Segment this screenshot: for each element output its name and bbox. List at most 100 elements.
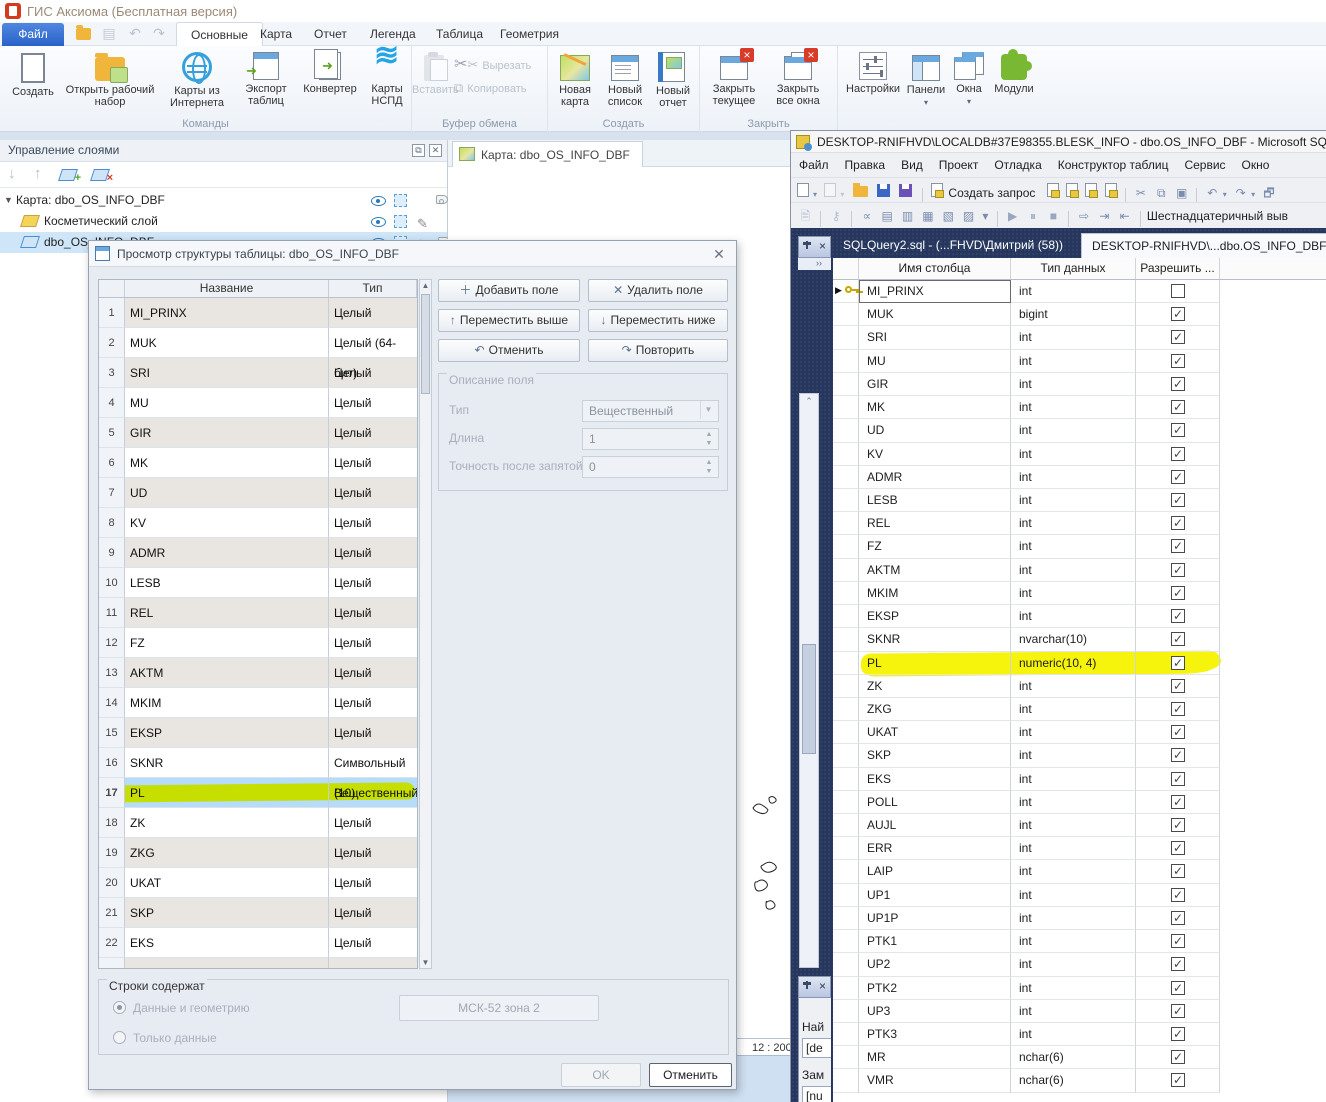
export-tables-button[interactable]: Экспорт таблиц	[236, 50, 296, 107]
row-selector-cell[interactable]: ▶	[833, 326, 859, 349]
settings-button[interactable]: Настройки	[844, 50, 902, 95]
open-file-icon[interactable]	[853, 186, 868, 197]
crs-button[interactable]: МСК-52 зона 2	[399, 995, 599, 1021]
create-button[interactable]: Создать	[2, 50, 64, 98]
save-all-icon[interactable]	[899, 184, 912, 197]
field-name-cell[interactable]: ZK	[125, 808, 329, 838]
data-type-cell[interactable]: int	[1011, 675, 1136, 698]
close-icon[interactable]: ×	[819, 239, 826, 253]
allow-nulls-checkbox[interactable]	[1171, 957, 1185, 971]
data-type-cell[interactable]: bigint	[1011, 303, 1136, 326]
column-name-cell[interactable]: ERR	[859, 837, 1011, 860]
tree-node-map[interactable]: ▼ Карта: dbo_OS_INFO_DBF	[0, 190, 447, 211]
close-icon[interactable]: ×	[819, 979, 826, 993]
column-name-cell[interactable]: MR	[859, 1046, 1011, 1069]
move-layer-down-icon[interactable]: ↓	[8, 165, 16, 182]
column-name-cell[interactable]: LESB	[859, 489, 1011, 512]
edit-pencil-icon[interactable]: ✎	[417, 213, 428, 234]
data-type-cell[interactable]: int	[1011, 1000, 1136, 1023]
column-name-cell[interactable]: UP2	[859, 953, 1011, 976]
row-selector-cell[interactable]: ▶	[833, 628, 859, 651]
column-name-cell[interactable]: UP1P	[859, 907, 1011, 930]
column-name-cell[interactable]: EKS	[859, 768, 1011, 791]
allow-nulls-cell[interactable]	[1136, 373, 1220, 396]
pin-icon[interactable]	[803, 981, 811, 993]
field-name-cell[interactable]: ZKG	[125, 838, 329, 868]
column-name-cell[interactable]: SKP	[859, 744, 1011, 767]
step-out-icon[interactable]: ⇤	[1116, 209, 1133, 223]
data-type-cell[interactable]: int	[1011, 791, 1136, 814]
row-selector-cell[interactable]: ▶	[833, 837, 859, 860]
scroll-up-icon[interactable]: ▲	[420, 281, 431, 290]
menu-item[interactable]: Вид	[893, 153, 931, 172]
field-type-cell[interactable]: Целый	[329, 868, 417, 898]
data-type-cell[interactable]: int	[1011, 814, 1136, 837]
field-type-cell[interactable]: Целый	[329, 958, 417, 969]
row-selector-cell[interactable]: ▶	[833, 582, 859, 605]
field-type-cell[interactable]: Целый	[329, 808, 417, 838]
allow-nulls-cell[interactable]	[1136, 1023, 1220, 1046]
tab-otchet[interactable]: Отчет	[300, 22, 361, 46]
labels-tag-icon[interactable]	[436, 195, 448, 204]
grid-row[interactable]: ▶ UP1 int	[833, 884, 1326, 907]
allow-nulls-cell[interactable]	[1136, 953, 1220, 976]
allow-nulls-checkbox[interactable]	[1171, 841, 1185, 855]
xmla-query-icon[interactable]	[1105, 183, 1117, 197]
cut-icon[interactable]: ✂	[1132, 186, 1149, 200]
stop-icon[interactable]: ■	[1045, 209, 1062, 223]
table-row[interactable]: 12 FZ Целый	[99, 628, 417, 658]
data-type-cell[interactable]: int	[1011, 977, 1136, 1000]
table-row[interactable]: 7 UD Целый	[99, 478, 417, 508]
column-name-cell[interactable]: PL	[859, 652, 1011, 675]
paste-button[interactable]: Вставить	[412, 50, 456, 96]
column-name-cell[interactable]: UP3	[859, 1000, 1011, 1023]
data-type-cell[interactable]: int	[1011, 373, 1136, 396]
data-type-cell[interactable]: int	[1011, 605, 1136, 628]
grid-row[interactable]: ▶ KV int	[833, 443, 1326, 466]
field-type-cell[interactable]: Целый	[329, 658, 417, 688]
row-selector-cell[interactable]: ▶	[833, 1023, 859, 1046]
chevron-down-icon[interactable]: ▾	[1221, 190, 1229, 199]
data-type-cell[interactable]: int	[1011, 744, 1136, 767]
row-selector-cell[interactable]: ▶	[833, 977, 859, 1000]
table-row[interactable]: 18 ZK Целый	[99, 808, 417, 838]
column-name-cell[interactable]: PTK3	[859, 1023, 1011, 1046]
row-selector-cell[interactable]: ▶	[833, 791, 859, 814]
table-row[interactable]: 1 MI_PRINX Целый	[99, 298, 417, 328]
table-row[interactable]: 13 AKTM Целый	[99, 658, 417, 688]
column-name-cell[interactable]: PTK1	[859, 930, 1011, 953]
row-selector-cell[interactable]: ▶	[833, 559, 859, 582]
scroll-up-icon[interactable]: ⌃	[800, 396, 818, 407]
field-type-cell[interactable]: Целый	[329, 298, 417, 328]
grid-row[interactable]: ▶ GIR int	[833, 373, 1326, 396]
field-name-cell[interactable]: LESB	[125, 568, 329, 598]
delete-field-button[interactable]: ✕Удалить поле	[588, 279, 728, 302]
allow-nulls-cell[interactable]	[1136, 837, 1220, 860]
allow-nulls-checkbox[interactable]	[1171, 586, 1185, 600]
grid-row[interactable]: ▶ SKP int	[833, 744, 1326, 767]
allow-nulls-checkbox[interactable]	[1171, 423, 1185, 437]
move-up-button[interactable]: ↑Переместить выше	[438, 309, 580, 332]
grid-row[interactable]: ▶ MR nchar(6)	[833, 1046, 1326, 1069]
save-icon[interactable]	[877, 184, 890, 197]
column-name-cell[interactable]: SRI	[859, 326, 1011, 349]
undo-button[interactable]: ↶Отменить	[438, 339, 580, 362]
field-name-cell[interactable]: UD	[125, 478, 329, 508]
row-selector-cell[interactable]: ▶	[833, 1069, 859, 1092]
column-name-cell[interactable]: AUJL	[859, 814, 1011, 837]
mdx-query-icon[interactable]	[1066, 183, 1078, 197]
grid-row[interactable]: ▶ SRI int	[833, 326, 1326, 349]
row-selector-cell[interactable]: ▶	[833, 930, 859, 953]
step-into-icon[interactable]: ⇥	[1096, 209, 1113, 223]
redo-icon[interactable]: ↷	[1232, 186, 1249, 200]
scroll-down-icon[interactable]: ▼	[420, 958, 431, 967]
generate-change-script-icon[interactable]: 🗎	[797, 207, 814, 228]
panels-button[interactable]: Панели▾	[904, 50, 948, 109]
field-name-cell[interactable]: POLL	[125, 958, 329, 969]
tree-collapse-icon[interactable]: ▼	[4, 190, 13, 211]
field-name-cell[interactable]: PL	[125, 778, 329, 808]
field-type-cell[interactable]: Вещественный	[329, 778, 417, 808]
map-document-tab[interactable]: Карта: dbo_OS_INFO_DBF	[452, 141, 643, 167]
grid-row[interactable]: ▶ VMR nchar(6)	[833, 1069, 1326, 1092]
data-type-cell[interactable]: int	[1011, 953, 1136, 976]
